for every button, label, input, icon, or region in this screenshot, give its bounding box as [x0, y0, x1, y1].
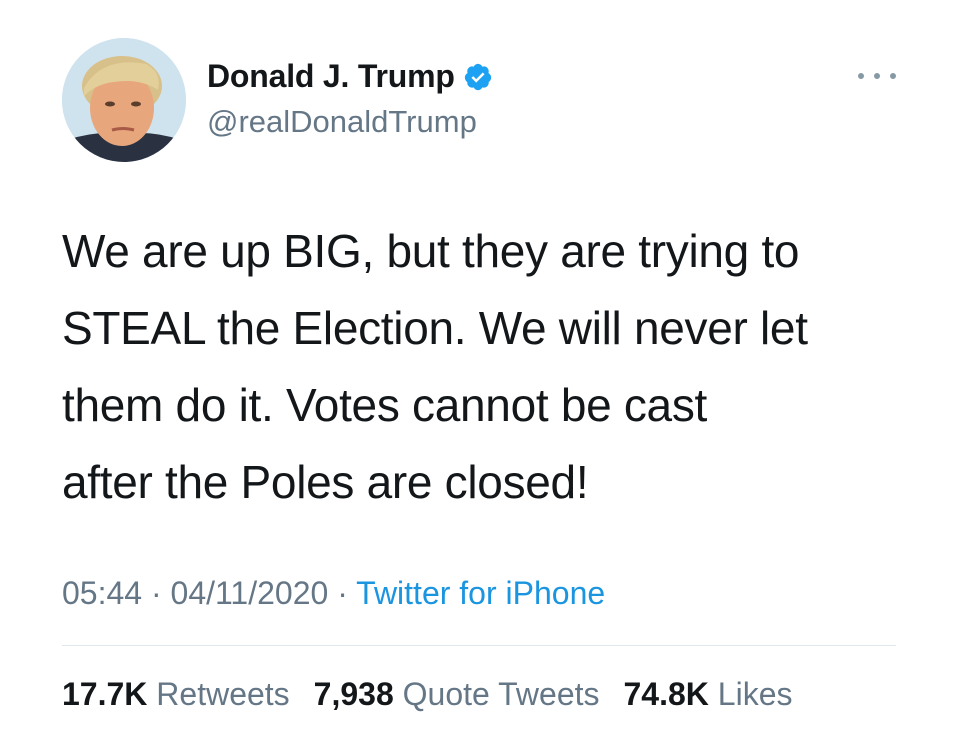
display-name[interactable]: Donald J. Trump — [207, 58, 455, 95]
avatar[interactable] — [62, 38, 186, 162]
verified-badge-icon — [464, 63, 491, 90]
more-dot — [874, 73, 880, 79]
tweet-stats: 17.7K Retweets 7,938 Quote Tweets 74.8K … — [62, 676, 792, 713]
tweet-text-line: after the Poles are closed! — [62, 456, 589, 508]
tweet-text: We are up BIG, but they are trying to ST… — [62, 213, 942, 521]
handle[interactable]: @realDonaldTrump — [207, 104, 477, 140]
tweet-text-line: STEAL the Election. We will never let — [62, 302, 808, 354]
tweet-source-link[interactable]: Twitter for iPhone — [356, 575, 605, 611]
quote-tweets-stat[interactable]: 7,938 Quote Tweets — [314, 676, 600, 713]
divider — [62, 645, 896, 646]
retweets-stat[interactable]: 17.7K Retweets — [62, 676, 290, 713]
retweets-label: Retweets — [156, 676, 290, 712]
quote-tweets-count: 7,938 — [313, 676, 394, 712]
likes-count: 74.8K — [623, 676, 709, 712]
tweet-time[interactable]: 05:44 — [62, 575, 142, 611]
tweet-text-line: We are up BIG, but they are trying to — [62, 225, 800, 277]
meta-separator: · — [150, 575, 162, 611]
likes-stat[interactable]: 74.8K Likes — [624, 676, 793, 713]
tweet-date[interactable]: 04/11/2020 — [171, 575, 329, 611]
more-options-icon[interactable] — [858, 62, 896, 90]
meta-separator: · — [337, 575, 348, 611]
tweet-card: Donald J. Trump @realDonaldTrump We are … — [0, 0, 980, 751]
tweet-text-line: them do it. Votes cannot be cast — [62, 379, 708, 431]
retweets-count: 17.7K — [62, 676, 148, 712]
quote-tweets-label: Quote Tweets — [402, 676, 600, 712]
likes-label: Likes — [717, 676, 793, 712]
more-dot — [890, 73, 896, 79]
display-name-row[interactable]: Donald J. Trump — [207, 58, 493, 95]
tweet-meta: 05:44 · 04/11/2020 · Twitter for iPhone — [62, 575, 605, 612]
more-dot — [858, 73, 864, 79]
